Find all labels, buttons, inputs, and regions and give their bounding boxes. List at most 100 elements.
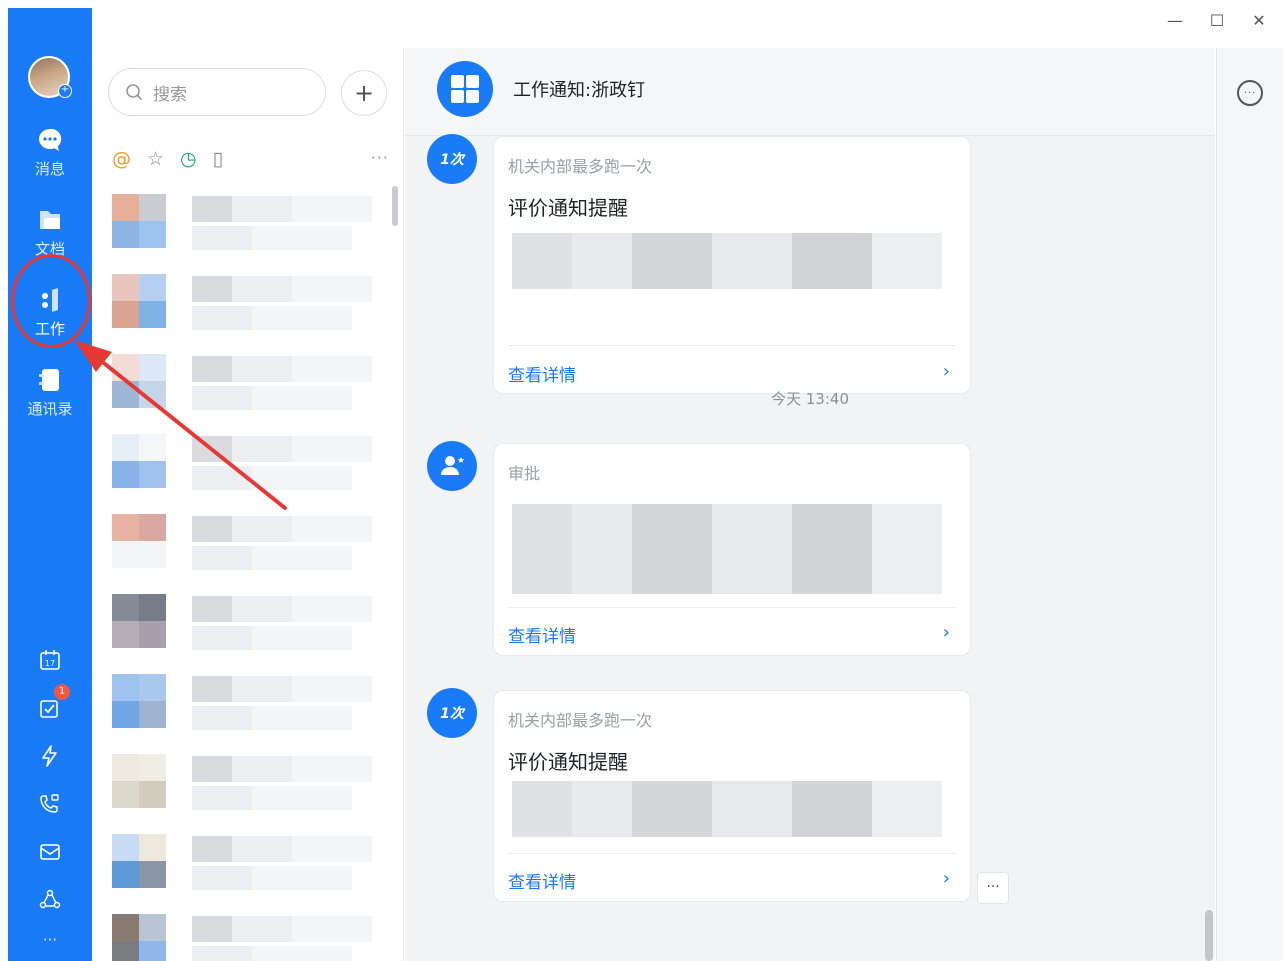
- more-options-icon[interactable]: ···: [1237, 80, 1263, 106]
- card-source: 审批: [508, 464, 541, 483]
- message-card: 审批 查看详情 ›: [493, 443, 971, 656]
- blurred-name: [192, 196, 372, 222]
- search-placeholder: 搜索: [153, 84, 187, 105]
- blurred-name: [192, 596, 372, 622]
- nav-item-contacts[interactable]: 通讯录: [8, 366, 92, 419]
- view-detail-link[interactable]: 查看详情: [508, 361, 576, 386]
- add-status-icon[interactable]: +: [58, 84, 72, 98]
- blurred-name: [192, 276, 372, 302]
- calendar-icon[interactable]: 17: [38, 648, 62, 672]
- card-source: 机关内部最多跑一次: [508, 157, 653, 176]
- message-card: 机关内部最多跑一次 评价通知提醒 查看详情 ›: [493, 136, 971, 394]
- maximize-button[interactable]: ☐: [1207, 10, 1227, 30]
- avatar: [112, 674, 166, 728]
- blurred-content: [512, 781, 942, 837]
- avatar: [112, 194, 166, 248]
- conversation-list-panel: 搜索 + @ ☆ ◷ ▯ ···: [92, 48, 404, 961]
- lightning-icon[interactable]: [38, 744, 62, 768]
- mail-icon[interactable]: [38, 840, 62, 864]
- svg-text:17: 17: [45, 659, 55, 668]
- chevron-right-icon[interactable]: ›: [943, 361, 950, 382]
- blurred-preview: [192, 626, 352, 650]
- blurred-preview: [192, 226, 352, 250]
- annotation-circle: [11, 254, 91, 348]
- conversation-list: [92, 186, 404, 961]
- list-item[interactable]: [92, 266, 404, 346]
- window-controls: — ☐ ✕: [1165, 10, 1269, 30]
- nav-label-contacts: 通讯录: [27, 400, 73, 418]
- avatar: [112, 274, 166, 328]
- blurred-preview: [192, 386, 352, 410]
- right-toolbar: ···: [1216, 48, 1283, 961]
- avatar: [112, 514, 166, 568]
- avatar: [112, 754, 166, 808]
- card-divider: [508, 607, 956, 608]
- approval-avatar-icon[interactable]: [427, 441, 477, 491]
- chat-area: 工作通知:浙政钉 1次 机关内部最多跑一次 评价通知提醒 查看详情 › 今天 1…: [405, 48, 1215, 961]
- chevron-right-icon[interactable]: ›: [943, 868, 950, 889]
- nav-item-docs[interactable]: 文档: [8, 206, 92, 259]
- time-separator: 今天 13:40: [771, 390, 849, 408]
- sender-avatar-icon[interactable]: 1次: [427, 688, 477, 738]
- star-icon[interactable]: ☆: [147, 148, 164, 170]
- todo-check-icon[interactable]: [38, 696, 62, 720]
- list-item[interactable]: [92, 506, 404, 586]
- avatar: [112, 354, 166, 408]
- list-item[interactable]: [92, 186, 404, 266]
- filter-more-button[interactable]: ···: [371, 148, 389, 167]
- work-notice-icon: [437, 61, 493, 117]
- add-button[interactable]: +: [341, 70, 387, 116]
- list-item[interactable]: [92, 906, 404, 961]
- video-call-icon[interactable]: [38, 792, 62, 816]
- avatar: [112, 434, 166, 488]
- rail-more-label: ···: [42, 931, 58, 949]
- search-icon: [126, 84, 143, 101]
- avatar: [112, 834, 166, 888]
- avatar: [112, 594, 166, 648]
- list-item[interactable]: [92, 346, 404, 426]
- blurred-name: [192, 756, 372, 782]
- blurred-name: [192, 676, 372, 702]
- mention-icon[interactable]: @: [112, 148, 131, 170]
- rail-more-button[interactable]: ···: [8, 930, 92, 949]
- chat-scrollbar[interactable]: [1205, 910, 1213, 961]
- apps-network-icon[interactable]: [38, 888, 62, 912]
- document-icon: [40, 211, 60, 229]
- blurred-name: [192, 356, 372, 382]
- app-window: — ☐ ✕ + 消息 文档 工作 通讯录 17 1 ··· 搜索 + @ ☆ ◷…: [0, 0, 1283, 961]
- message-more-button[interactable]: ···: [977, 872, 1009, 904]
- blurred-content: [512, 504, 942, 594]
- list-item[interactable]: [92, 426, 404, 506]
- card-title: 评价通知提醒: [508, 196, 628, 220]
- blurred-preview: [192, 546, 352, 570]
- list-item[interactable]: [92, 826, 404, 906]
- blurred-name: [192, 836, 372, 862]
- todo-badge: 1: [54, 684, 70, 700]
- blurred-preview: [192, 866, 352, 890]
- card-divider: [508, 853, 956, 854]
- close-button[interactable]: ✕: [1249, 10, 1269, 30]
- sender-avatar-icon[interactable]: 1次: [427, 134, 477, 184]
- blurred-name: [192, 436, 372, 462]
- chat-header: 工作通知:浙政钉: [405, 48, 1215, 136]
- blurred-preview: [192, 786, 352, 810]
- avatar[interactable]: +: [28, 56, 72, 98]
- blurred-name: [192, 916, 372, 942]
- blurred-preview: [192, 706, 352, 730]
- list-item[interactable]: [92, 746, 404, 826]
- minimize-button[interactable]: —: [1165, 10, 1185, 30]
- search-input[interactable]: 搜索: [108, 68, 326, 116]
- chat-title: 工作通知:浙政钉: [513, 80, 646, 101]
- message-bubble-icon: [39, 128, 62, 151]
- bookmark-icon[interactable]: ▯: [213, 148, 223, 170]
- list-item[interactable]: [92, 666, 404, 746]
- nav-item-messages[interactable]: 消息: [8, 126, 92, 179]
- recent-icon[interactable]: ◷: [180, 148, 197, 170]
- chevron-right-icon[interactable]: ›: [943, 622, 950, 643]
- list-scrollbar[interactable]: [392, 186, 398, 226]
- list-item[interactable]: [92, 586, 404, 666]
- view-detail-link[interactable]: 查看详情: [508, 622, 576, 647]
- filter-bar: @ ☆ ◷ ▯: [112, 148, 223, 170]
- view-detail-link[interactable]: 查看详情: [508, 868, 576, 893]
- card-divider: [508, 345, 956, 346]
